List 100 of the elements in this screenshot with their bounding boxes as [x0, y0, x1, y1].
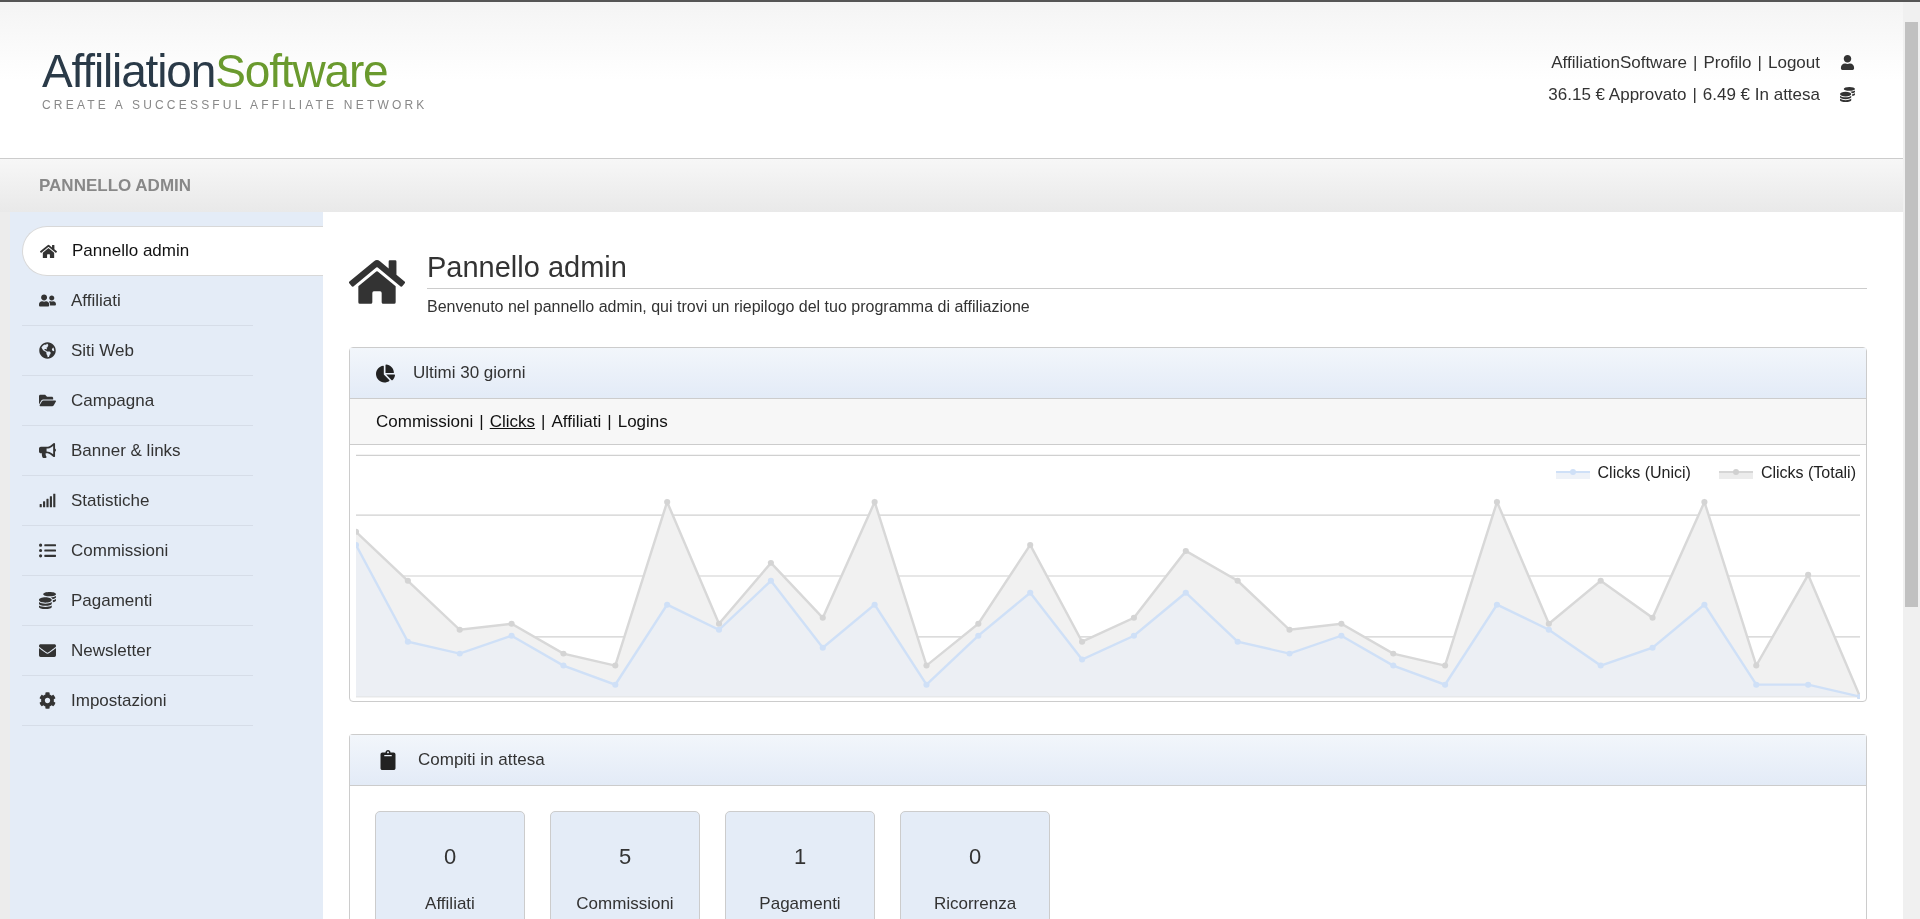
folder-icon — [37, 392, 57, 409]
chart-point — [1130, 614, 1137, 621]
chart-point — [1442, 662, 1449, 669]
admin-bar-title: PANNELLO ADMIN — [39, 174, 192, 197]
balance-text: 6.49 € In attesa — [1702, 83, 1820, 106]
task-tile[interactable]: 0 Ricorrenza — [900, 811, 1050, 919]
chart-point — [1182, 547, 1189, 554]
coins-icon — [1840, 86, 1855, 102]
chart-point — [923, 681, 930, 688]
chart-point — [1234, 638, 1241, 645]
pie-chart-icon — [376, 363, 395, 383]
sidebar-item[interactable]: Commissioni — [22, 526, 253, 576]
panel-title: Compiti in attesa — [418, 749, 545, 772]
chart-point — [1286, 650, 1293, 657]
page-subtitle: Benvenuto nel pannello admin, qui trovi un riepilogo del tuo programma di affiliazione — [427, 297, 1031, 317]
sidebar-item[interactable]: Pannello admin — [22, 226, 323, 276]
chart-point — [871, 601, 878, 608]
chart-point — [975, 620, 982, 627]
chart-point — [560, 662, 567, 669]
page-title: Pannello admin — [427, 248, 1867, 289]
chart-point — [1701, 601, 1708, 608]
separator-text: | — [1757, 52, 1762, 74]
chart-point — [1649, 614, 1656, 621]
panel-title: Ultimi 30 giorni — [413, 362, 526, 385]
chart-point — [1597, 662, 1604, 669]
chart-point — [508, 620, 515, 627]
task-tile[interactable]: 5 Commissioni — [550, 811, 700, 919]
header-link[interactable]: AffiliationSoftware — [1551, 50, 1687, 76]
chart-tab[interactable]: Logins — [617, 408, 668, 435]
task-label: Affiliati — [425, 893, 475, 915]
task-count: 5 — [618, 843, 632, 871]
header-link[interactable]: Logout — [1768, 50, 1820, 76]
task-count: 0 — [443, 843, 457, 871]
sidebar-item[interactable]: Pagamenti — [22, 576, 253, 626]
task-count: 0 — [968, 843, 982, 871]
sidebar-item[interactable]: Statistiche — [22, 476, 253, 526]
list-icon — [37, 542, 57, 559]
header-link[interactable]: Profilo — [1703, 50, 1752, 76]
separator-text: | — [607, 410, 612, 433]
chart-point — [356, 541, 360, 548]
chart-point — [1493, 499, 1501, 505]
chart-point — [1701, 499, 1708, 505]
task-tile[interactable]: 0 Affiliati — [375, 811, 525, 919]
chart-point — [1442, 681, 1449, 688]
chart-point — [975, 632, 982, 639]
logo-wordmark: AffiliationSoftware — [42, 48, 389, 94]
chart-point — [560, 650, 567, 657]
user-icon — [1840, 55, 1855, 71]
separator-text: | — [479, 410, 484, 433]
chart-point — [1493, 601, 1501, 608]
chart-tab[interactable]: Clicks — [489, 408, 536, 435]
chart-tab[interactable]: Affiliati — [551, 408, 602, 435]
home-icon — [38, 242, 58, 260]
chart-point — [1390, 662, 1397, 669]
separator-text: | — [1692, 83, 1697, 106]
settings-icon — [37, 692, 57, 709]
chart-point — [356, 528, 360, 535]
sidebar-item[interactable]: Newsletter — [22, 626, 253, 676]
globe-icon — [37, 342, 57, 359]
chart-point — [1130, 632, 1137, 639]
clipboard-icon — [378, 750, 398, 770]
coins-icon — [37, 592, 57, 609]
legend-swatch-icon — [1555, 467, 1590, 479]
chart-point — [664, 499, 671, 505]
chart-point — [871, 499, 878, 505]
scrollbar-thumb[interactable] — [1905, 22, 1918, 607]
legend-label: Clicks (Totali) — [1760, 463, 1856, 483]
chart-point — [1079, 656, 1086, 663]
chart-point — [612, 681, 619, 688]
sidebar-item[interactable]: Siti Web — [22, 326, 253, 376]
sidebar-item[interactable]: Campagna — [22, 376, 253, 426]
chart-point — [1753, 662, 1760, 669]
bar-chart-icon — [37, 492, 57, 509]
chart-point — [923, 662, 930, 669]
legend-label: Clicks (Unici) — [1597, 463, 1691, 483]
chart-point — [1027, 589, 1034, 596]
separator-text: | — [541, 410, 546, 433]
sidebar-item[interactable]: Impostazioni — [22, 676, 253, 726]
chart-point — [404, 638, 411, 645]
sidebar-item[interactable]: Banner & links — [22, 426, 253, 476]
separator-text: | — [1692, 52, 1698, 74]
task-label: Commissioni — [576, 893, 674, 915]
chart-point — [1753, 681, 1760, 688]
chart-point — [664, 601, 671, 608]
chart-tab[interactable]: Commissioni — [376, 408, 474, 435]
chart-point — [1182, 589, 1189, 596]
task-tile[interactable]: 1 Pagamenti — [725, 811, 875, 919]
task-label: Ricorrenza — [933, 893, 1017, 915]
sidebar-item[interactable]: Affiliati — [22, 276, 253, 326]
chart-point — [819, 644, 826, 651]
chart-point — [508, 632, 515, 639]
chart-point — [1805, 681, 1812, 688]
task-label: Pagamenti — [759, 893, 841, 915]
chart-point — [1338, 632, 1345, 639]
chart-point — [1390, 650, 1397, 657]
users-icon — [37, 292, 57, 309]
envelope-icon — [37, 642, 57, 659]
logo-tagline: CREATE A SUCCESSFUL AFFILIATE NETWORK — [42, 97, 428, 114]
megaphone-icon — [37, 442, 57, 459]
chart-point — [1286, 626, 1293, 633]
